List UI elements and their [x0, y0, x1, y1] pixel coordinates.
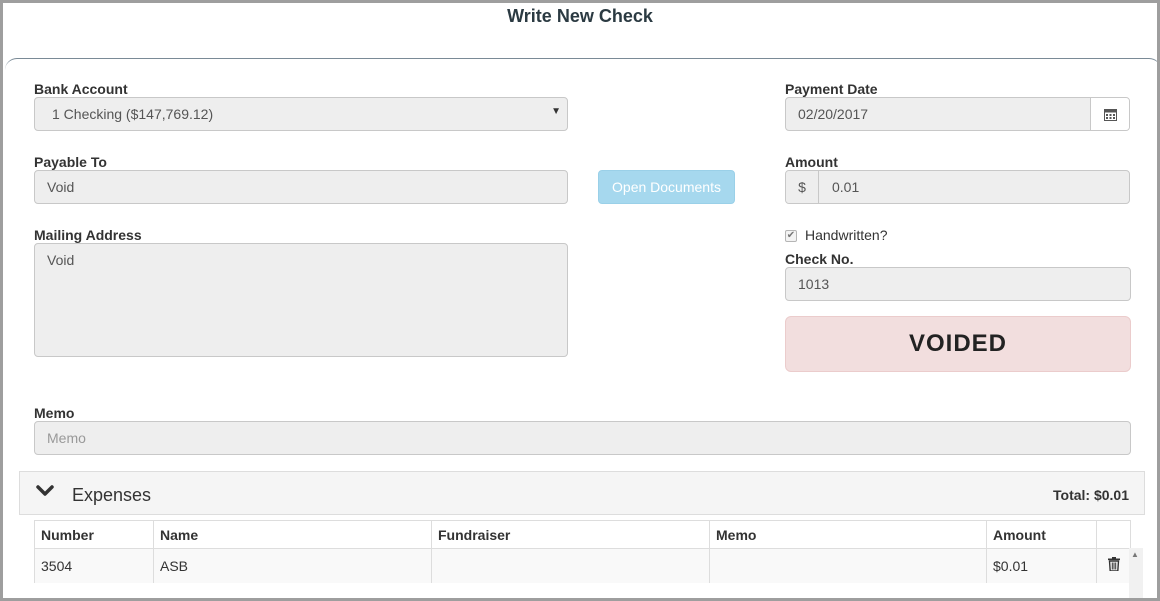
amount-field[interactable]: $ 0.01: [785, 170, 1130, 204]
scroll-up-arrow-icon[interactable]: ▲: [1131, 550, 1139, 559]
column-header-fundraiser: Fundraiser: [431, 520, 710, 549]
column-header-number: Number: [34, 520, 154, 549]
calendar-button[interactable]: [1090, 98, 1129, 130]
expenses-table: Number Name Fundraiser Memo Amount 3504 …: [34, 520, 1131, 583]
amount-value: 0.01: [832, 179, 860, 195]
cell-fundraiser: [431, 548, 710, 583]
table-header-row: Number Name Fundraiser Memo Amount: [34, 520, 1131, 549]
table-scrollbar[interactable]: ▲: [1129, 548, 1143, 598]
delete-row-button[interactable]: [1096, 548, 1131, 583]
memo-label: Memo: [34, 405, 75, 421]
column-header-name: Name: [153, 520, 432, 549]
handwritten-label: Handwritten?: [805, 227, 888, 243]
check-no-label: Check No.: [785, 251, 854, 267]
trash-icon: [1107, 557, 1120, 572]
handwritten-checkbox[interactable]: ✔: [785, 230, 797, 242]
memo-field[interactable]: Memo: [34, 421, 1131, 455]
payment-date-field[interactable]: 02/20/2017: [785, 97, 1130, 131]
mailing-address-value: Void: [47, 252, 75, 268]
page-title: Write New Check: [507, 6, 653, 26]
column-header-memo: Memo: [709, 520, 987, 549]
payable-to-value: Void: [47, 179, 75, 195]
check-no-value: 1013: [798, 276, 830, 292]
memo-placeholder: Memo: [47, 430, 86, 446]
bank-account-label: Bank Account: [34, 81, 128, 97]
bank-account-select[interactable]: 1 Checking ($147,769.12) ▼: [34, 97, 568, 131]
check-window: Write New Check Bank Account 1 Checking …: [0, 0, 1160, 601]
mailing-address-field[interactable]: Void: [34, 243, 568, 357]
open-documents-button[interactable]: Open Documents: [598, 170, 735, 204]
bank-account-value: 1 Checking ($147,769.12): [52, 106, 214, 122]
payment-date-value: 02/20/2017: [798, 106, 869, 122]
calendar-icon: [1103, 108, 1117, 121]
cell-number: 3504: [34, 548, 154, 583]
expenses-total: Total: $0.01: [1053, 487, 1129, 503]
payable-to-field[interactable]: Void: [34, 170, 568, 204]
amount-label: Amount: [785, 154, 838, 170]
cell-memo: [709, 548, 987, 583]
column-header-actions: [1096, 520, 1131, 549]
cell-name: ASB: [153, 548, 432, 583]
payment-date-label: Payment Date: [785, 81, 878, 97]
mailing-address-label: Mailing Address: [34, 227, 142, 243]
payable-to-label: Payable To: [34, 154, 107, 170]
expenses-title: Expenses: [72, 485, 152, 505]
caret-down-icon: ▼: [551, 106, 561, 117]
chevron-down-icon[interactable]: [36, 484, 54, 501]
cell-amount: $0.01: [986, 548, 1097, 583]
voided-status-banner: VOIDED: [785, 316, 1131, 372]
expenses-header[interactable]: Expenses Total: $0.01: [19, 471, 1145, 515]
table-row[interactable]: 3504 ASB $0.01: [34, 548, 1131, 583]
column-header-amount: Amount: [986, 520, 1097, 549]
currency-addon: $: [786, 171, 819, 203]
check-no-field[interactable]: 1013: [785, 267, 1131, 301]
